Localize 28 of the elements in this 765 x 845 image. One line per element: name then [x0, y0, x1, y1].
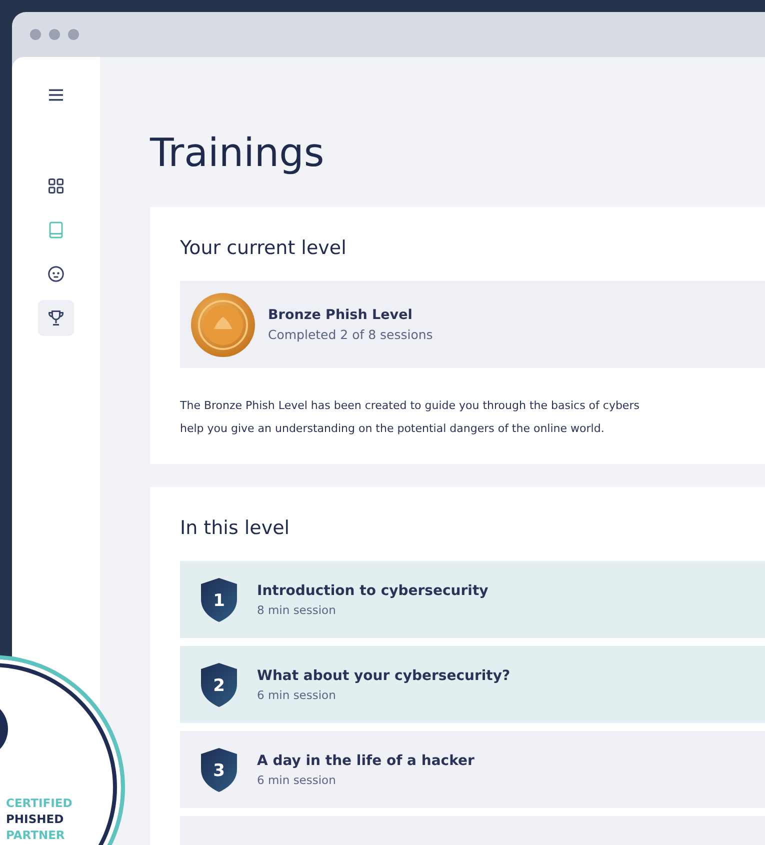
page-title: Trainings [150, 131, 326, 177]
level-description: The Bronze Phish Level has been created to guide you through the basics of cybers [180, 398, 640, 414]
shield-number-icon: 2 [200, 662, 238, 708]
session-duration: 6 min session [257, 772, 337, 786]
window-control-dot[interactable] [49, 29, 60, 40]
level-description: help you give an understanding on the potential dangers of the online world. [180, 421, 606, 437]
badge-text: PHISHED [6, 812, 65, 827]
section-heading: In this level [180, 517, 291, 539]
level-name: Bronze Phish Level [268, 307, 414, 323]
bronze-medal-icon [190, 292, 256, 358]
session-title: Introduction to cybersecurity [257, 582, 488, 598]
session-row[interactable]: 2 What about your cybersecurity? 6 min session [180, 646, 765, 723]
session-row[interactable]: 3 A day in the life of a hacker 6 min session [180, 731, 765, 808]
sidebar-item[interactable] [38, 300, 74, 336]
menu-icon[interactable] [47, 88, 65, 102]
section-heading: Your current level [180, 237, 348, 259]
window-control-dot[interactable] [68, 29, 79, 40]
level-subtitle: Completed 2 of 8 sessions [268, 327, 433, 342]
session-duration: 6 min session [257, 688, 337, 702]
window-control-dot[interactable] [30, 29, 41, 40]
shield-number-icon: 1 [200, 576, 238, 622]
badge-text: CERTIFIED [6, 796, 72, 811]
session-title: A day in the life of a hacker [257, 752, 474, 768]
session-row[interactable]: 1 Introduction to cybersecurity 8 min session [180, 561, 765, 638]
session-title: What about your cybersecurity? [257, 668, 510, 684]
session-duration: 8 min session [257, 602, 337, 616]
shield-number-icon: 3 [200, 746, 238, 792]
badge-text: PARTNER [6, 828, 66, 843]
